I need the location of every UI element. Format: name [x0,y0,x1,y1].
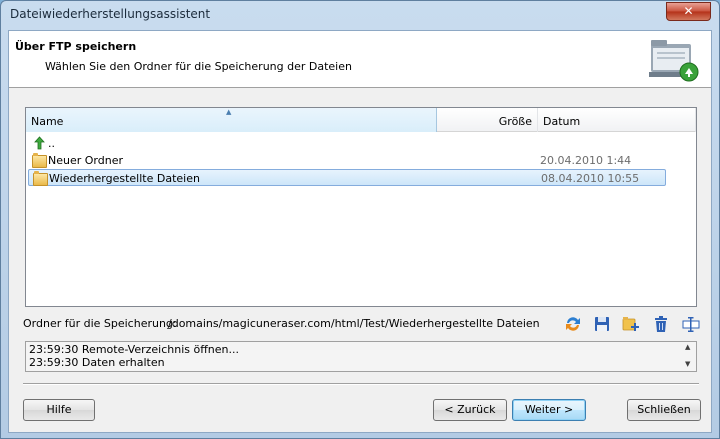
footer-divider [23,383,699,385]
wizard-body: Über FTP speichern Wählen Sie den Ordner… [8,30,712,433]
log-scrollbar[interactable]: ▲ ▼ [682,342,696,371]
log-line: 23:59:30 Daten erhalten [29,356,165,369]
close-button[interactable]: Schließen [627,399,701,421]
scroll-up-icon[interactable]: ▲ [685,343,690,351]
folder-icon [33,171,48,186]
delete-icon[interactable] [651,314,671,334]
list-item-name: Neuer Ordner [48,154,123,167]
list-item-wiederhergestellte-dateien[interactable]: Wiederhergestellte Dateien 08.04.2010 10… [28,169,666,186]
window-close-button[interactable]: ✕ [666,2,711,21]
list-item-date: 08.04.2010 10:55 [541,172,640,185]
back-button[interactable]: < Zurück [433,399,507,421]
file-list[interactable]: ▲ Name Größe Datum .. Neuer Ordner 20.04… [25,107,697,307]
list-header: ▲ Name Größe Datum [26,108,696,132]
list-item-name: .. [48,137,55,150]
page-subtitle: Wählen Sie den Ordner für die Speicherun… [45,60,352,73]
title-bar[interactable]: Dateiwiederherstellungsassistent ✕ [1,1,719,29]
column-date-header[interactable]: Datum [538,108,696,132]
wizard-window: Dateiwiederherstellungsassistent ✕ Über … [0,0,720,439]
wizard-header: Über FTP speichern Wählen Sie den Ordner… [9,31,711,88]
list-item-date: 20.04.2010 1:44 [540,154,632,167]
next-button[interactable]: Weiter > [512,399,586,421]
status-log[interactable]: 23:59:30 Remote-Verzeichnis öffnen... 23… [25,341,697,372]
refresh-icon[interactable] [563,314,583,334]
column-size-header[interactable]: Größe [437,108,538,132]
log-line: 23:59:30 Remote-Verzeichnis öffnen... [29,343,240,356]
sort-up-icon: ▲ [226,108,232,116]
list-item-parent[interactable]: .. [28,135,666,152]
list-item-name: Wiederhergestellte Dateien [49,172,200,185]
up-arrow-icon [34,136,45,150]
window-title: Dateiwiederherstellungsassistent [10,7,211,21]
file-toolbar [555,314,705,334]
rename-icon[interactable] [681,314,701,334]
new-folder-icon[interactable] [621,314,641,334]
network-folder-icon [649,40,699,82]
save-path-label: Ordner für die Speicherung: [23,317,177,330]
save-path-value: /domains/magicuneraser.com/html/Test/Wie… [168,317,540,330]
folder-icon [32,153,47,168]
page-title: Über FTP speichern [15,40,137,53]
list-item-neuer-ordner[interactable]: Neuer Ordner 20.04.2010 1:44 [28,152,666,169]
column-name-header[interactable]: ▲ Name [26,108,437,132]
save-icon[interactable] [592,314,612,334]
scroll-down-icon[interactable]: ▼ [685,360,690,368]
help-button[interactable]: Hilfe [23,399,95,421]
